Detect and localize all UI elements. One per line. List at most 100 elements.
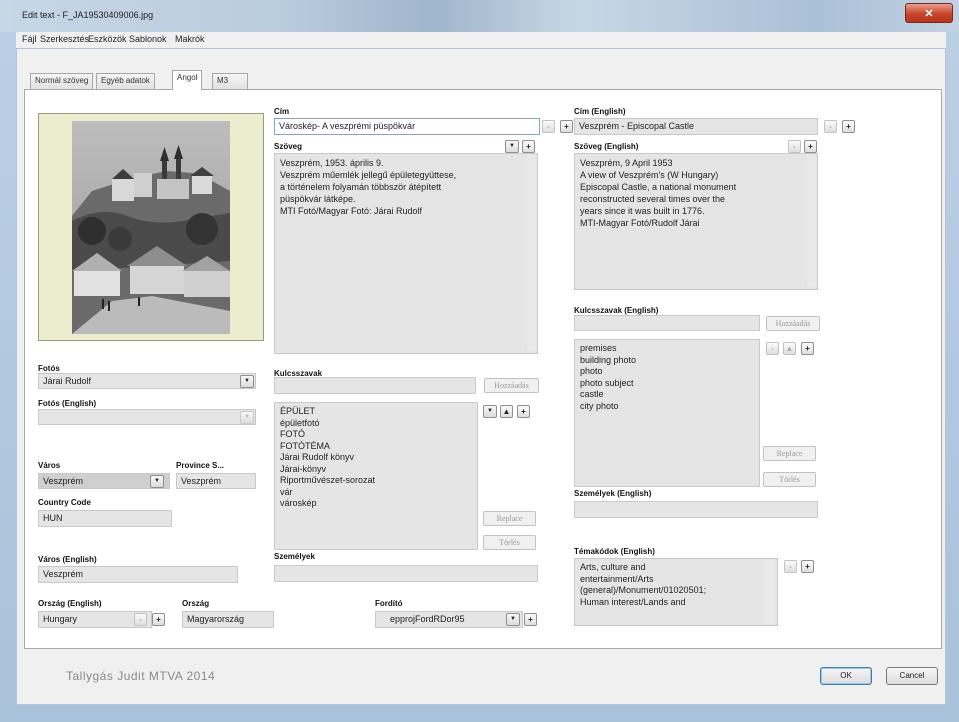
photographer-en-select[interactable]: [38, 409, 256, 425]
list-item[interactable]: photo: [580, 366, 754, 378]
tab-m3[interactable]: M3: [212, 73, 248, 89]
translator-add-icon[interactable]: +: [524, 613, 537, 626]
city-en-label: Város (English): [38, 555, 97, 564]
country-en-label: Ország (English): [38, 599, 102, 608]
menu-file[interactable]: Fájl: [22, 34, 37, 44]
close-button[interactable]: ✕: [905, 3, 953, 23]
text-en-minus-icon[interactable]: -: [788, 140, 801, 153]
cancel-button[interactable]: Cancel: [886, 667, 938, 685]
text-add-icon[interactable]: +: [522, 140, 535, 153]
translator-select[interactable]: epprojFordRDor95: [375, 611, 523, 628]
list-item[interactable]: premises: [580, 343, 754, 355]
title-en-minus-icon[interactable]: -: [824, 120, 837, 133]
keywords-dropdown-icon[interactable]: ▼: [483, 405, 497, 418]
text-dropdown-icon[interactable]: ▼: [505, 140, 519, 153]
keywords-en-list[interactable]: premises building photo photo photo subj…: [574, 339, 760, 487]
photo-image[interactable]: [72, 121, 230, 334]
title-minus-icon[interactable]: -: [542, 120, 555, 133]
keywords-plus-icon[interactable]: +: [517, 405, 530, 418]
keywords-en-input[interactable]: [574, 315, 760, 331]
tab-other-data[interactable]: Egyéb adatok: [96, 73, 155, 89]
ok-button[interactable]: OK: [820, 667, 872, 685]
keywords-en-replace-button[interactable]: Replace: [763, 446, 816, 461]
text-scrollbar[interactable]: [527, 155, 536, 351]
keywords-add-button[interactable]: Hozzáadás: [484, 378, 539, 393]
text-en-label: Szöveg (English): [574, 142, 639, 151]
persons-en-label: Személyek (English): [574, 489, 652, 498]
text-en-area[interactable]: Veszprém, 9 April 1953 A view of Veszpré…: [574, 153, 818, 290]
title-add-icon[interactable]: +: [560, 120, 573, 133]
list-item[interactable]: épületfotó: [280, 418, 472, 430]
title-en-label: Cím (English): [574, 107, 626, 116]
title-en-input[interactable]: Veszprém - Episcopal Castle: [574, 118, 818, 135]
list-item[interactable]: FOTÓTÉMA: [280, 441, 472, 453]
city-dropdown-icon[interactable]: ▼: [150, 475, 164, 488]
keywords-en-add-button[interactable]: Hozzáadás: [766, 316, 820, 331]
menu-edit[interactable]: Szerkesztés: [40, 34, 89, 44]
city-label: Város: [38, 461, 61, 470]
keywords-replace-button[interactable]: Replace: [483, 511, 536, 526]
country-code-label: Country Code: [38, 498, 91, 507]
castle-photo-graphic: [72, 121, 230, 334]
menu-macros[interactable]: Makrók: [175, 34, 205, 44]
text-en-scrollbar[interactable]: [807, 155, 816, 287]
list-item[interactable]: Járai-könyv: [280, 464, 472, 476]
list-item[interactable]: Riportművészet-sorozat: [280, 475, 472, 487]
photographer-select[interactable]: Járai Rudolf: [38, 373, 256, 389]
list-item[interactable]: FOTÓ: [280, 429, 472, 441]
keywords-input[interactable]: [274, 377, 476, 394]
province-field[interactable]: Veszprém: [176, 473, 256, 489]
photographer-dropdown-icon[interactable]: ▼: [240, 375, 254, 388]
photographer-label: Fotós: [38, 364, 60, 373]
keywords-en-delete-button[interactable]: Törlés: [763, 472, 816, 487]
title-input[interactable]: Városkép- A veszprémi püspökvár: [274, 118, 540, 135]
title-en-add-icon[interactable]: +: [842, 120, 855, 133]
keywords-delete-button[interactable]: Törlés: [483, 535, 536, 550]
menu-templates[interactable]: Sablonok: [129, 34, 167, 44]
translator-label: Fordító: [375, 599, 403, 608]
country-en-minus-icon[interactable]: -: [134, 613, 147, 626]
window-title: Edit text - F_JA19530409006.jpg: [22, 10, 154, 20]
country-code-field[interactable]: HUN: [38, 510, 172, 527]
list-item[interactable]: Járai Rudolf könyv: [280, 452, 472, 464]
list-item[interactable]: castle: [580, 389, 754, 401]
menu-bar: Fájl Szerkesztés Eszközök Sablonok Makró…: [16, 32, 946, 48]
tab-english[interactable]: Angol: [172, 70, 203, 90]
persons-input[interactable]: [274, 565, 538, 582]
list-item[interactable]: ÉPÜLET: [280, 406, 472, 418]
list-item[interactable]: photo subject: [580, 378, 754, 390]
keywords-en-plus-icon[interactable]: +: [801, 342, 814, 355]
topic-codes-add-icon[interactable]: +: [801, 560, 814, 573]
photographer-en-label: Fotós (English): [38, 399, 97, 408]
topic-codes-en-area[interactable]: Arts, culture and entertainment/Arts (ge…: [574, 558, 778, 626]
keywords-en-up-icon[interactable]: ▲: [783, 342, 796, 355]
list-item[interactable]: vár: [280, 487, 472, 499]
keywords-list[interactable]: ÉPÜLET épületfotó FOTÓ FOTÓTÉMA Járai Ru…: [274, 402, 478, 550]
topic-codes-scrollbar[interactable]: [765, 560, 774, 624]
province-label: Province S...: [176, 461, 225, 470]
text-area[interactable]: Veszprém, 1953. április 9. Veszprém műem…: [274, 153, 538, 354]
tab-normal-text[interactable]: Normál szöveg: [30, 73, 94, 89]
close-icon: ✕: [924, 7, 934, 20]
keywords-en-label: Kulcsszavak (English): [574, 306, 659, 315]
country-label: Ország: [182, 599, 210, 608]
city-en-field[interactable]: Veszprém: [38, 566, 238, 583]
list-item[interactable]: városkép: [280, 498, 472, 510]
topic-codes-en-label: Témakódok (English): [574, 547, 655, 556]
persons-en-input[interactable]: [574, 501, 818, 518]
menu-tools[interactable]: Eszközök: [88, 34, 127, 44]
list-item[interactable]: city photo: [580, 401, 754, 413]
text-en-add-icon[interactable]: +: [804, 140, 817, 153]
author-signature: Tallygás Judit MTVA 2014: [66, 669, 216, 683]
persons-label: Személyek: [274, 552, 315, 561]
translator-dropdown-icon[interactable]: ▼: [506, 613, 520, 626]
country-field[interactable]: Magyarország: [182, 611, 274, 628]
keywords-up-icon[interactable]: ▲: [500, 405, 513, 418]
text-label: Szöveg: [274, 142, 303, 151]
photographer-en-dropdown-icon[interactable]: ▼: [240, 411, 254, 424]
topic-codes-minus-icon[interactable]: -: [784, 560, 797, 573]
country-en-add-icon[interactable]: +: [152, 613, 165, 626]
title-label: Cím: [274, 107, 290, 116]
list-item[interactable]: building photo: [580, 355, 754, 367]
keywords-en-minus-icon[interactable]: -: [766, 342, 779, 355]
